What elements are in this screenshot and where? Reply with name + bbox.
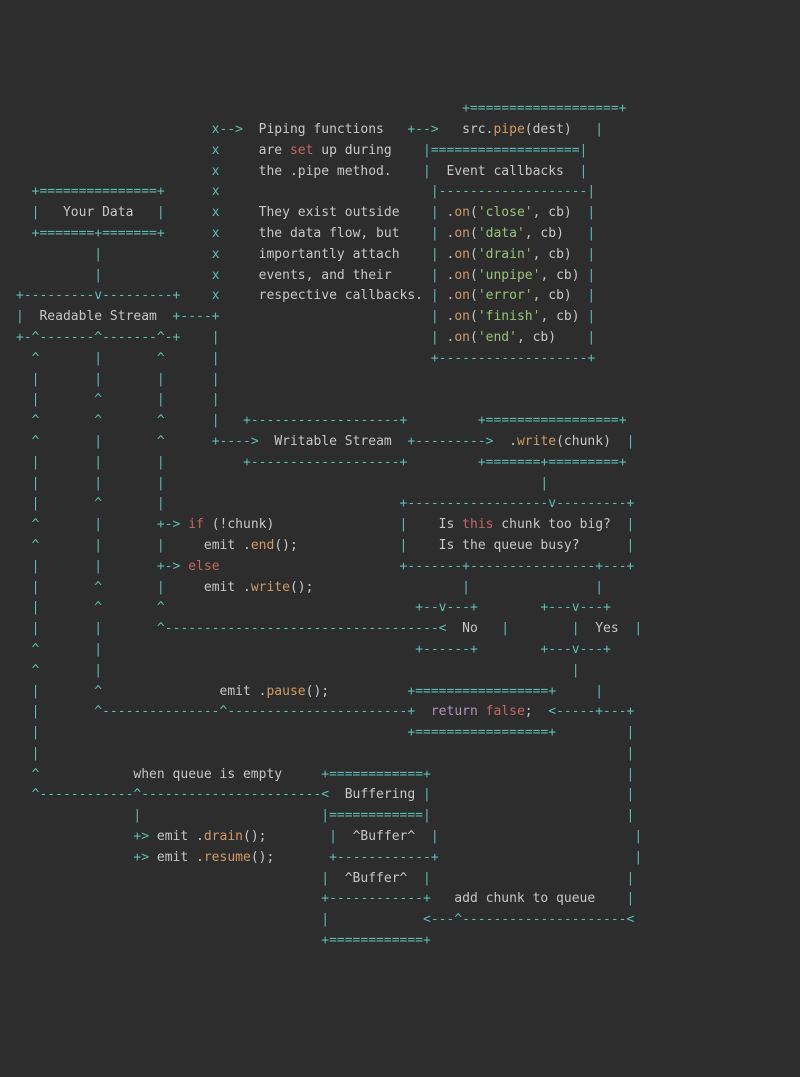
streams-ascii-diagram: +===================+ x--> Piping functi… [16, 99, 784, 952]
